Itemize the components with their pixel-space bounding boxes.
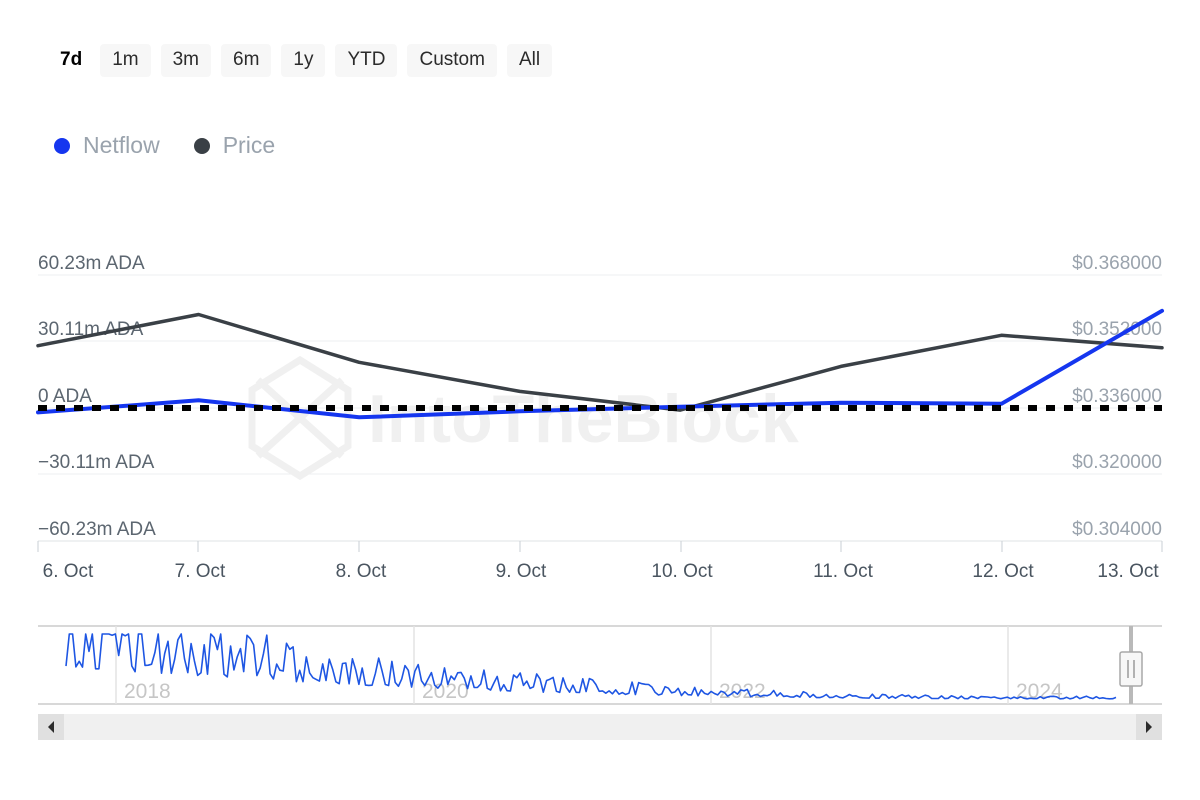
- legend-dot-netflow-icon: [54, 138, 70, 154]
- right-axis-labels: $0.368000 $0.352000 $0.336000 $0.320000 …: [1072, 253, 1162, 540]
- left-axis-tick-3: −30.11m ADA: [38, 452, 155, 473]
- chart-navigator[interactable]: 2018 2020 2022 2024: [38, 616, 1162, 708]
- scrollbar-right-arrow-icon[interactable]: [1136, 714, 1162, 740]
- x-axis-tick-1: 7. Oct: [175, 561, 226, 582]
- x-axis-tick-4: 10. Oct: [651, 561, 713, 582]
- range-button-3m[interactable]: 3m: [161, 44, 211, 77]
- x-axis-labels: 6. Oct 7. Oct 8. Oct 9. Oct 10. Oct 11. …: [43, 561, 1160, 582]
- watermark: IntoTheBlock: [252, 360, 799, 476]
- x-axis-tick-2: 8. Oct: [336, 561, 387, 582]
- main-chart[interactable]: IntoTheBlock 60.23m ADA 30.11m ADA 0 ADA…: [0, 230, 1200, 590]
- chart-legend: Netflow Price: [54, 134, 275, 157]
- right-axis-tick-0: $0.368000: [1072, 253, 1162, 274]
- legend-item-price[interactable]: Price: [194, 134, 275, 157]
- watermark-text: IntoTheBlock: [368, 381, 799, 457]
- legend-label-price: Price: [223, 134, 275, 157]
- right-axis-tick-2: $0.336000: [1072, 386, 1162, 407]
- legend-label-netflow: Netflow: [83, 134, 160, 157]
- range-button-1y[interactable]: 1y: [281, 44, 325, 77]
- intotheblock-logo-icon: [252, 360, 348, 476]
- range-button-custom[interactable]: Custom: [407, 44, 496, 77]
- x-axis-tick-7: 13. Oct: [1097, 561, 1159, 582]
- x-axis-tick-3: 9. Oct: [496, 561, 547, 582]
- x-axis-tick-5: 11. Oct: [813, 561, 874, 582]
- x-axis-tick-0: 6. Oct: [43, 561, 94, 582]
- left-axis-tick-2: 0 ADA: [38, 386, 92, 407]
- chart-scrollbar[interactable]: [38, 714, 1162, 740]
- right-axis-tick-4: $0.304000: [1072, 519, 1162, 540]
- legend-dot-price-icon: [194, 138, 210, 154]
- legend-item-netflow[interactable]: Netflow: [54, 134, 160, 157]
- scrollbar-track[interactable]: [64, 714, 1136, 740]
- scrollbar-left-arrow-icon[interactable]: [38, 714, 64, 740]
- range-button-all[interactable]: All: [507, 44, 552, 77]
- range-selector: 7d 1m 3m 6m 1y YTD Custom All: [52, 44, 552, 77]
- x-axis: [38, 541, 1162, 552]
- range-button-ytd[interactable]: YTD: [335, 44, 397, 77]
- right-axis-tick-3: $0.320000: [1072, 452, 1162, 473]
- navigator-year-2020: 2020: [422, 680, 469, 703]
- x-axis-tick-6: 12. Oct: [972, 561, 1034, 582]
- range-button-7d[interactable]: 7d: [52, 44, 90, 77]
- range-button-1m[interactable]: 1m: [100, 44, 150, 77]
- navigator-year-2018: 2018: [124, 680, 171, 703]
- left-axis-labels: 60.23m ADA 30.11m ADA 0 ADA −30.11m ADA …: [38, 253, 156, 540]
- left-axis-tick-0: 60.23m ADA: [38, 253, 145, 274]
- navigator-year-2022: 2022: [719, 680, 766, 703]
- range-button-6m[interactable]: 6m: [221, 44, 271, 77]
- navigator-year-2024: 2024: [1016, 680, 1063, 703]
- left-axis-tick-4: −60.23m ADA: [38, 519, 156, 540]
